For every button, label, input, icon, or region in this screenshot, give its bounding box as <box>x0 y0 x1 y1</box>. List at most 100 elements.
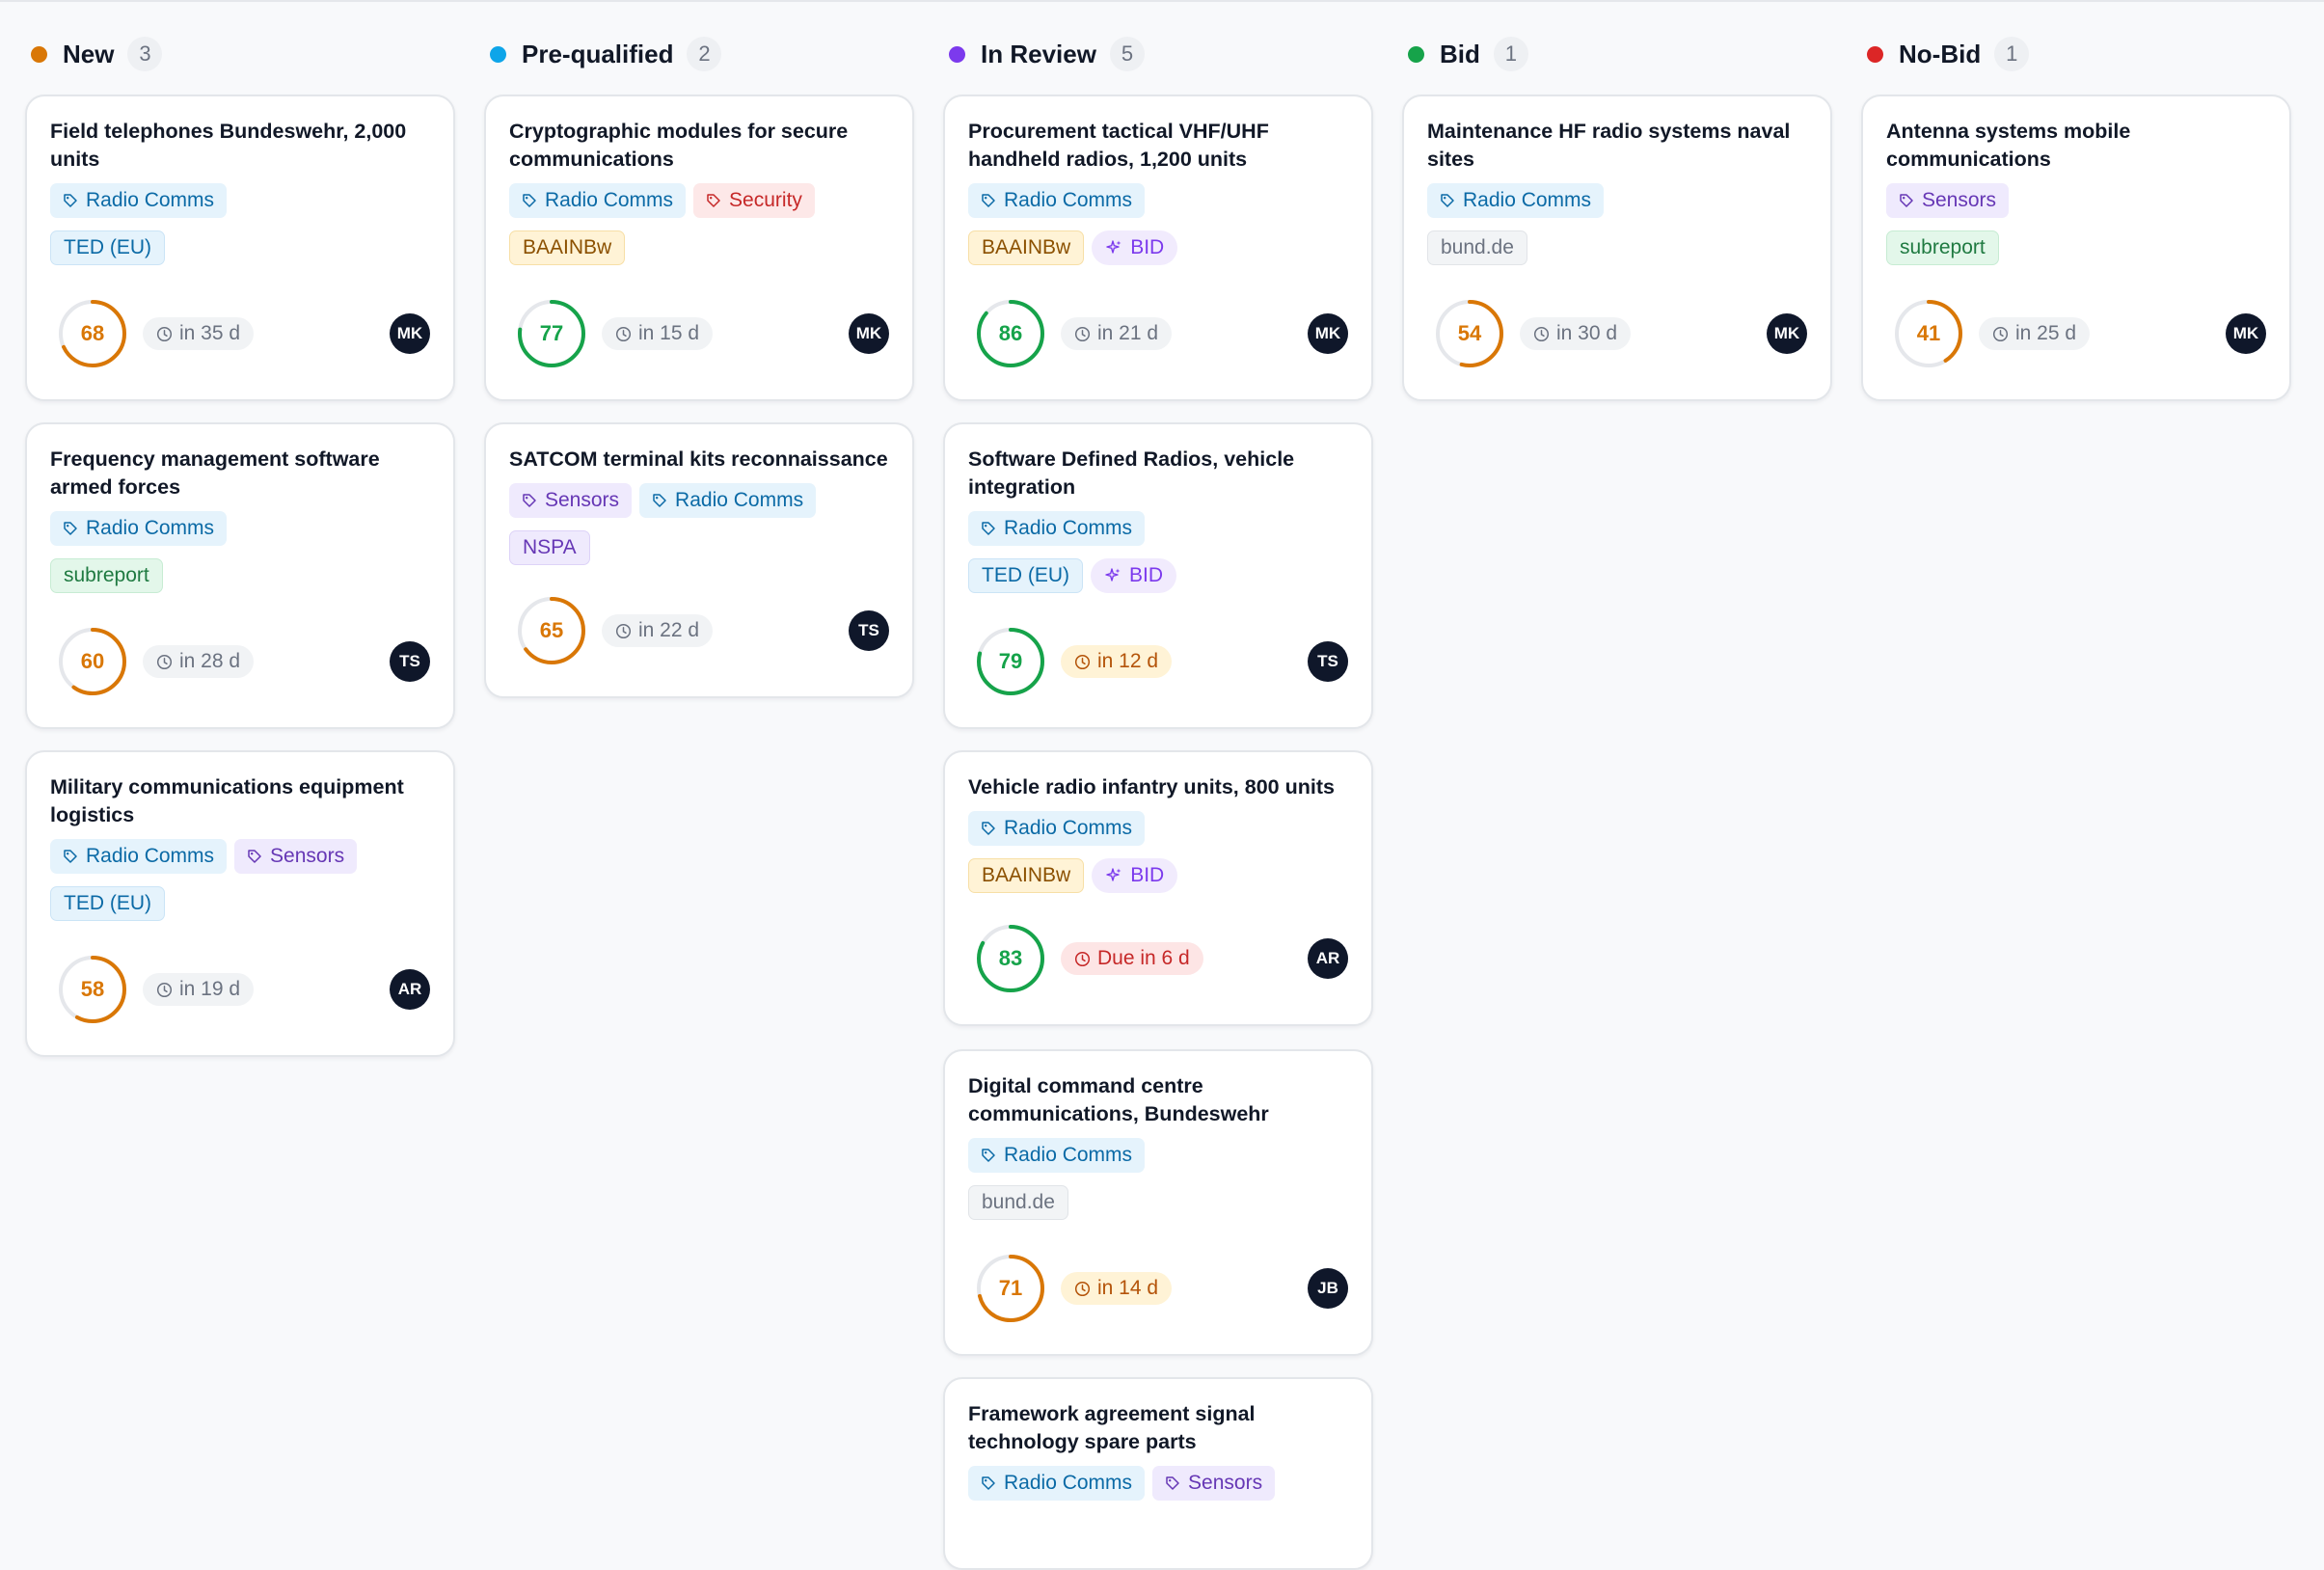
category-tag-label: Sensors <box>1922 189 1997 211</box>
card-footer: 79 in 12 d TS <box>974 625 1348 698</box>
card-footer: 68 in 35 d MK <box>56 297 430 370</box>
assignee-avatar[interactable]: MK <box>1767 313 1807 354</box>
score-value: 41 <box>1916 321 1941 345</box>
due-date-badge: in 30 d <box>1520 317 1632 350</box>
clock-icon <box>1074 654 1091 669</box>
due-date-badge: in 14 d <box>1061 1272 1173 1305</box>
score-value: 71 <box>998 1276 1023 1300</box>
column-header[interactable]: In Review 5 <box>949 35 1145 73</box>
card-title: Procurement tactical VHF/UHF handheld ra… <box>968 120 1269 171</box>
category-tag[interactable]: Radio Comms <box>50 839 228 874</box>
clock-icon <box>615 326 632 341</box>
score-value: 77 <box>539 321 564 345</box>
column-header[interactable]: Bid 1 <box>1408 35 1528 73</box>
opportunity-card[interactable]: Military communications equipment logist… <box>25 750 455 1057</box>
assignee-avatar[interactable]: TS <box>1308 641 1348 682</box>
due-date-badge: in 28 d <box>143 645 255 678</box>
opportunity-card[interactable]: Maintenance HF radio systems naval sites… <box>1402 95 1832 401</box>
category-tag[interactable]: Radio Comms <box>1427 183 1605 218</box>
source-row: TED (EU) BID <box>968 558 1348 593</box>
category-tag[interactable]: Radio Comms <box>639 483 817 518</box>
due-date-badge: in 35 d <box>143 317 255 350</box>
score-value: 54 <box>1457 321 1482 345</box>
card-title: Field telephones Bundeswehr, 2,000 units <box>50 120 407 171</box>
category-tag[interactable]: Security <box>693 183 815 218</box>
card-title: Frequency management software armed forc… <box>50 447 380 499</box>
category-tag-label: Radio Comms <box>86 517 215 539</box>
tag-row: Sensors <box>1886 183 2266 218</box>
top-border <box>0 0 2324 2</box>
opportunity-card[interactable]: Vehicle radio infantry units, 800 units R… <box>943 750 1373 1026</box>
score-value: 60 <box>80 649 105 673</box>
due-date-badge: in 19 d <box>143 973 255 1006</box>
source-row: subreport <box>1886 230 2266 265</box>
category-tag[interactable]: Sensors <box>509 483 633 518</box>
column-header[interactable]: New 3 <box>31 35 163 73</box>
opportunity-card[interactable]: Frequency management software armed forc… <box>25 422 455 729</box>
sparkle-icon <box>1106 868 1121 881</box>
bid-badge: BID <box>1092 230 1178 265</box>
tag-icon <box>982 822 995 835</box>
score-ring: 65 <box>515 594 588 667</box>
tag-icon <box>982 194 995 207</box>
source-row: BAAINBw BID <box>968 230 1348 265</box>
tag-row: Radio Comms <box>50 183 430 218</box>
assignee-avatar[interactable]: TS <box>849 610 889 651</box>
category-tag[interactable]: Radio Comms <box>968 511 1146 546</box>
tag-icon <box>1166 1476 1179 1490</box>
source-badge: BAAINBw <box>968 230 1085 265</box>
score-value: 58 <box>80 977 105 1001</box>
assignee-avatar[interactable]: JB <box>1308 1268 1348 1309</box>
category-tag[interactable]: Sensors <box>1886 183 2010 218</box>
tag-icon <box>982 522 995 535</box>
source-badge: TED (EU) <box>968 558 1083 593</box>
tag-icon <box>1900 194 1913 207</box>
source-row: BAAINBw BID <box>968 858 1348 893</box>
category-tag[interactable]: Radio Comms <box>968 811 1146 846</box>
tag-row: Sensors Radio Comms <box>509 483 889 518</box>
opportunity-card[interactable]: SATCOM terminal kits reconnaissance Senso… <box>484 422 914 698</box>
clock-icon <box>1074 1281 1091 1296</box>
category-tag-label: Sensors <box>545 489 620 511</box>
category-tag[interactable]: Radio Comms <box>968 1466 1146 1501</box>
opportunity-card[interactable]: Digital command centre communications, B… <box>943 1049 1373 1356</box>
category-tag[interactable]: Radio Comms <box>968 1138 1146 1173</box>
due-date-label: in 19 d <box>179 978 241 1000</box>
bid-badge-label: BID <box>1130 236 1165 258</box>
opportunity-card[interactable]: Cryptographic modules for secure communi… <box>484 95 914 401</box>
assignee-avatar[interactable]: MK <box>2226 313 2266 354</box>
card-title: Antenna systems mobile communications <box>1886 120 2131 171</box>
column-header[interactable]: Pre-qualified 2 <box>490 35 722 73</box>
due-date-label: in 12 d <box>1097 650 1159 672</box>
column-header[interactable]: No-Bid 1 <box>1867 35 2030 73</box>
opportunity-card[interactable]: Antenna systems mobile communications Sen… <box>1861 95 2291 401</box>
due-date-label: in 35 d <box>179 322 241 344</box>
assignee-avatar[interactable]: TS <box>390 641 430 682</box>
assignee-avatar[interactable]: MK <box>849 313 889 354</box>
category-tag[interactable]: Radio Comms <box>50 183 228 218</box>
tag-icon <box>982 1476 995 1490</box>
clock-icon <box>156 326 173 341</box>
clock-icon <box>615 623 632 638</box>
opportunity-card[interactable]: Software Defined Radios, vehicle integra… <box>943 422 1373 729</box>
category-tag-label: Radio Comms <box>1004 817 1133 839</box>
source-badge: BAAINBw <box>968 858 1085 893</box>
assignee-avatar[interactable]: AR <box>1308 938 1348 979</box>
category-tag[interactable]: Sensors <box>1152 1466 1276 1501</box>
clock-icon <box>1074 326 1091 341</box>
assignee-avatar[interactable]: AR <box>390 969 430 1010</box>
tag-icon <box>64 850 77 863</box>
opportunity-card[interactable]: Framework agreement signal technology sp… <box>943 1377 1373 1570</box>
opportunity-card[interactable]: Procurement tactical VHF/UHF handheld ra… <box>943 95 1373 401</box>
assignee-avatar[interactable]: MK <box>390 313 430 354</box>
column-count-badge: 1 <box>1493 37 1528 71</box>
category-tag[interactable]: Radio Comms <box>50 511 228 546</box>
due-date-badge: in 25 d <box>1979 317 2091 350</box>
category-tag[interactable]: Radio Comms <box>509 183 687 218</box>
category-tag[interactable]: Sensors <box>234 839 358 874</box>
assignee-avatar[interactable]: MK <box>1308 313 1348 354</box>
column-title: New <box>63 39 115 68</box>
opportunity-card[interactable]: Field telephones Bundeswehr, 2,000 units… <box>25 95 455 401</box>
due-date-label: Due in 6 d <box>1097 947 1190 969</box>
category-tag[interactable]: Radio Comms <box>968 183 1146 218</box>
